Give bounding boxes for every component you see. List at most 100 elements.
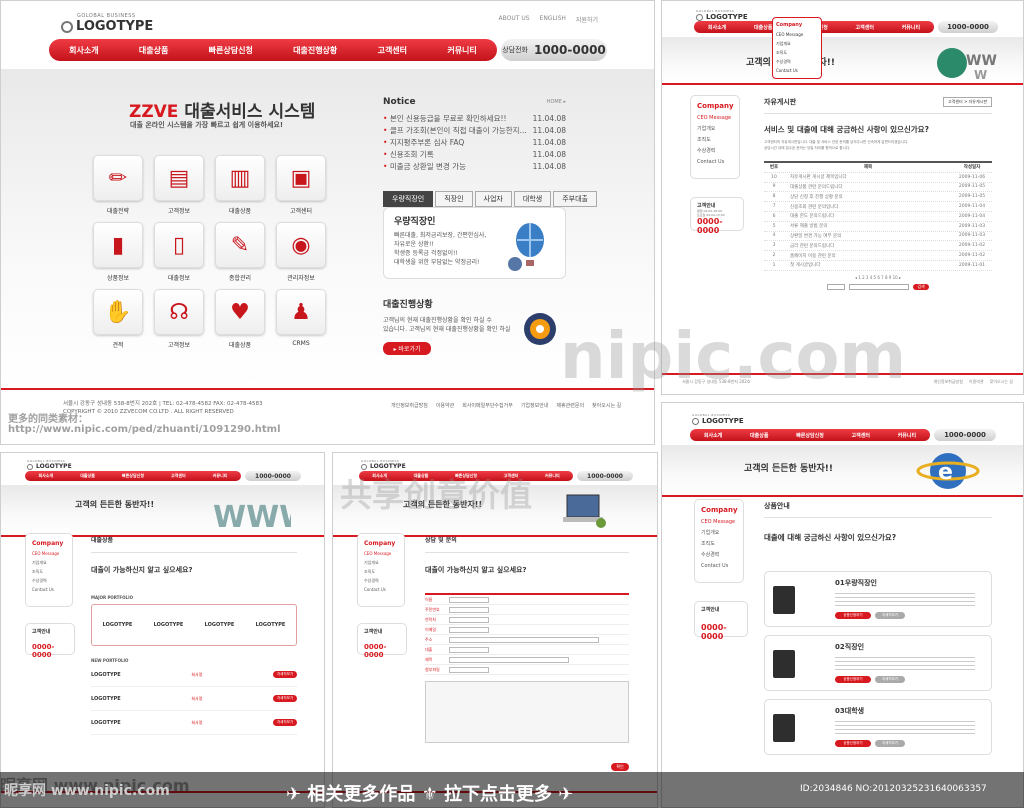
table-row[interactable]: 2 홈페이지 이용 관련 문의 2009-11-02 [764, 251, 992, 261]
sidebar-item-ceo[interactable]: CEO Message [364, 549, 398, 558]
sidebar-item[interactable]: 수상경력 [364, 576, 398, 585]
form-input[interactable] [449, 596, 489, 603]
sidebar-item[interactable]: 조직도 [32, 567, 66, 576]
service-tile[interactable]: ♥ [215, 289, 265, 335]
service-tile[interactable]: ▮ [93, 222, 143, 268]
portfolio-detail-button[interactable]: 자세히보기 [273, 671, 297, 678]
table-row[interactable]: 1 첫 게시글입니다 2009-11-01 [764, 261, 992, 271]
sidebar-item[interactable]: 조직도 [701, 539, 737, 550]
nav-item[interactable]: 회사소개 [704, 432, 722, 439]
form-input[interactable] [449, 626, 489, 633]
nav-item[interactable]: 커뮤니티 [898, 432, 916, 439]
tab-student[interactable]: 대학생 [513, 191, 552, 207]
dropdown-item[interactable]: 기업개요 [776, 39, 818, 48]
sidebar-item-org[interactable]: 조직도 [697, 135, 733, 146]
service-tile[interactable]: ♟ [276, 289, 326, 335]
logo[interactable]: GOLOBAL BUSINESS LOGOTYPE [361, 459, 406, 470]
notice-item[interactable]: 클프 가조회(본인이 직접 대출이 가능한지... 11.04.08 [383, 125, 566, 137]
dropdown-item[interactable]: CEO Message [776, 30, 818, 39]
table-row[interactable]: 10 자유게시판 게시글 제목입니다 2009-11-06 [764, 173, 992, 183]
sidebar-item[interactable]: 기업개요 [701, 528, 737, 539]
footer-link[interactable]: 이용약관 [436, 402, 454, 409]
sidebar-item-ceo[interactable]: CEO Message [697, 113, 733, 124]
portfolio-detail-button[interactable]: 자세히보기 [273, 695, 297, 702]
service-tile[interactable]: ✋ [93, 289, 143, 335]
table-row[interactable]: 3 금리 관련 문의드립니다 2009-11-02 [764, 241, 992, 252]
footer-link[interactable]: 찾아오시는 길 [592, 402, 621, 409]
form-input[interactable] [449, 636, 599, 643]
notice-more-link[interactable]: HOME ▸ [547, 99, 566, 105]
nav-item-progress[interactable]: 대출진행상황 [293, 45, 337, 56]
nav-item-customer-center[interactable]: 고객센터 [378, 45, 407, 56]
dropdown-item[interactable]: 수상경력 [776, 57, 818, 66]
notice-item[interactable]: 본인 신용등급을 무료로 확인하세요!! 11.04.08 [383, 113, 566, 125]
logo[interactable]: GOLOBAL BUSINESS LOGOTYPE [696, 9, 748, 21]
service-tile[interactable]: ▥ [215, 155, 265, 201]
top-link-english[interactable]: ENGLISH [540, 15, 566, 24]
notice-item[interactable]: 지지평주부론 심사 FAQ 11.04.08 [383, 137, 566, 149]
top-link-support[interactable]: 지원하기 [576, 15, 598, 24]
portfolio-detail-button[interactable]: 자세히보기 [273, 719, 297, 726]
sidebar-item[interactable]: 기업개요 [364, 558, 398, 567]
logo[interactable]: GOLOBAL BUSINESS LOGOTYPE [692, 413, 744, 425]
partner-logo[interactable]: LOGOTYPE [154, 622, 184, 628]
nav-item-products[interactable]: 대출상품 [754, 24, 772, 31]
nav-item-about[interactable]: 회사소개 [708, 24, 726, 31]
footer-link[interactable]: 개인정보취급방침 [933, 379, 962, 385]
table-row[interactable]: 6 대출 한도 문의드립니다 2009-11-04 [764, 212, 992, 222]
partner-logo[interactable]: LOGOTYPE [256, 622, 286, 628]
service-tile[interactable]: ☊ [154, 289, 204, 335]
nav-item[interactable]: 커뮤니티 [545, 473, 560, 479]
nav-item[interactable]: 빠른상담신청 [796, 432, 824, 439]
tab-housewife[interactable]: 주부대출 [553, 191, 597, 207]
message-textarea[interactable] [425, 681, 629, 743]
service-tile[interactable]: ▯ [154, 222, 204, 268]
form-input[interactable] [449, 616, 489, 623]
table-row[interactable]: 5 서류 제출 방법 문의 2009-11-03 [764, 222, 992, 232]
detail-button[interactable]: 자세히보기 [875, 612, 905, 619]
sidebar-item-ceo[interactable]: CEO Message [32, 549, 66, 558]
tab-worker[interactable]: 직장인 [435, 191, 473, 207]
notice-item[interactable]: 신용조회 기록 11.04.08 [383, 149, 566, 161]
service-tile[interactable]: ▤ [154, 155, 204, 201]
nav-item-quick-consult[interactable]: 빠른상담신청 [209, 45, 253, 56]
table-row[interactable]: 9 대출상품 관련 문의드립니다 2009-11-05 [764, 183, 992, 193]
sidebar-item[interactable]: 수상경력 [32, 576, 66, 585]
top-link-about[interactable]: ABOUT US [499, 15, 530, 24]
tab-business[interactable]: 사업자 [474, 191, 512, 207]
form-input[interactable] [449, 606, 489, 613]
submit-button[interactable]: 확인 [611, 763, 629, 771]
partner-logo[interactable]: LOGOTYPE [205, 622, 235, 628]
form-input[interactable] [449, 646, 489, 653]
dropdown-item[interactable]: 조직도 [776, 48, 818, 57]
apply-product-button[interactable]: 상품신청하기 [835, 676, 871, 683]
sidebar-item[interactable]: 수상경력 [701, 550, 737, 561]
table-row[interactable]: 7 신용조회 관련 문의입니다 2009-11-04 [764, 202, 992, 212]
progress-go-button[interactable]: ▸ 바로가기 [383, 342, 431, 355]
sidebar-item[interactable]: 기업개요 [32, 558, 66, 567]
footer-link[interactable]: 개인정보취급방침 [391, 402, 428, 409]
footer-link[interactable]: 회사이메일무단수집거부 [462, 402, 513, 409]
service-tile[interactable]: ◉ [276, 222, 326, 268]
nav-item-customer-center[interactable]: 고객센터 [856, 24, 874, 31]
sidebar-item[interactable]: Contact Us [32, 585, 66, 594]
sidebar-item-contact[interactable]: Contact Us [697, 157, 733, 168]
detail-button[interactable]: 자세히보기 [875, 676, 905, 683]
nav-item-community[interactable]: 커뮤니티 [902, 24, 920, 31]
nav-item[interactable]: 회사소개 [38, 473, 53, 479]
form-input[interactable] [449, 656, 569, 663]
table-row[interactable]: 8 상담 신청 후 진행 상황 문의 2009-11-05 [764, 192, 992, 203]
logo[interactable]: GOLOBAL BUSINESS LOGOTYPE [27, 459, 72, 470]
footer-link[interactable]: 이용약관 [969, 379, 984, 385]
pagination[interactable]: ◂ 1 2 3 4 5 6 7 8 9 10 ▸ [764, 275, 992, 280]
nav-item[interactable]: 대출상품 [80, 473, 95, 479]
nav-item-community[interactable]: 커뮤니티 [447, 45, 476, 56]
nav-item[interactable]: 고객센터 [171, 473, 186, 479]
nav-item[interactable]: 고객센터 [852, 432, 870, 439]
logo[interactable]: GOLOBAL BUSINESS LOGOTYPE [61, 13, 153, 34]
form-input[interactable] [449, 666, 489, 673]
search-button[interactable]: 검색 [913, 283, 929, 290]
service-tile[interactable]: ▣ [276, 155, 326, 201]
sidebar-item[interactable]: 조직도 [364, 567, 398, 576]
nav-item[interactable]: 대출상품 [750, 432, 768, 439]
